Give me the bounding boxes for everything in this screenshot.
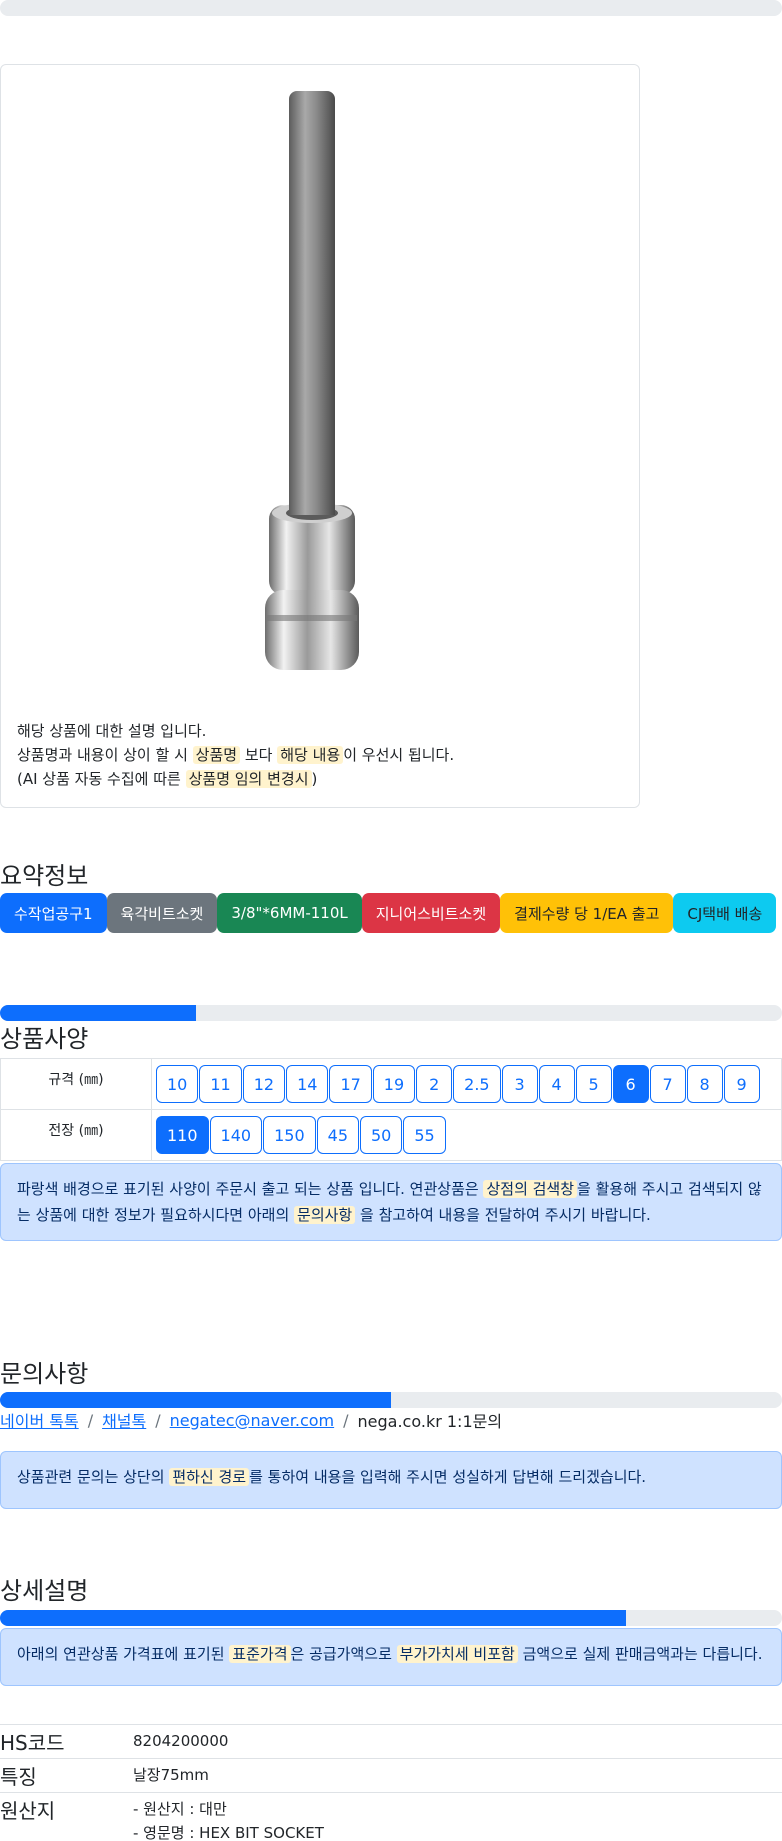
spec-notice: 파랑색 배경으로 표기된 사양이 주문시 출고 되는 상품 입니다. 연관상품은…	[0, 1163, 782, 1241]
spec-option-button[interactable]: 110	[156, 1116, 209, 1154]
spec-title: 상품사양	[0, 1025, 89, 1053]
product-image	[265, 91, 359, 670]
info-row-feature: 특징 날장75mm	[0, 1758, 782, 1792]
spec-option-button[interactable]: 9	[723, 1065, 760, 1103]
highlight-rename: 상품명 임의 변경시	[185, 770, 312, 788]
highlight-product-name: 상품명	[192, 746, 241, 764]
spec-row: 전장 (㎜) 110 140 150 45 50 55	[0, 1110, 782, 1161]
separator: /	[87, 1410, 94, 1430]
separator: /	[155, 1410, 161, 1430]
summary-badges: 수작업공구1 육각비트소켓 3/8"*6MM-110L 지니어스비트소켓 결제수량 당 …	[0, 893, 777, 933]
info-key: 특징	[0, 1765, 37, 1789]
spec-option-button[interactable]: 14	[286, 1065, 329, 1103]
desc-text: 상품명과 내용이 상이 할 시	[17, 746, 188, 764]
spec-option-button[interactable]: 10	[156, 1065, 199, 1103]
inquiry-title: 문의사항	[0, 1360, 89, 1388]
channel-talk-link[interactable]: 채널톡	[102, 1408, 146, 1432]
spec-option-button[interactable]: 11	[199, 1065, 242, 1103]
inquiry-progress-fill	[0, 1392, 391, 1408]
summary-badge: 수작업공구1	[0, 893, 107, 933]
info-value: 8204200000	[133, 1732, 229, 1750]
notice-text: 을 참고하여 내용을 전달하여 주시기 바랍니다.	[360, 1206, 651, 1224]
spec-option-group: 110 140 150 45 50 55	[152, 1110, 782, 1160]
detail-info-table: HS코드 8204200000 특징 날장75mm 원산지 - 원산지 : 대만…	[0, 1724, 782, 1841]
highlight-content: 해당 내용	[277, 746, 344, 764]
origin-country: - 원산지 : 대만	[133, 1800, 227, 1818]
spec-option-button[interactable]: 2.5	[453, 1065, 501, 1103]
spec-option-button[interactable]: 4	[538, 1065, 575, 1103]
naver-talk-link[interactable]: 네이버 톡톡	[0, 1408, 79, 1432]
spec-row: 규격 (㎜) 10 11 12 14 17 19 2 2.5 3 4 5 6 7 8 9	[0, 1058, 782, 1110]
desc-line-2: 상품명과 내용이 상이 할 시 상품명 보다 해당 내용 이 우선시 됩니다.	[17, 743, 617, 767]
desc-line-3: (AI 상품 자동 수집에 따른 상품명 임의 변경시)	[17, 767, 617, 791]
desc-text: 보다	[244, 746, 273, 764]
spec-option-button[interactable]: 140	[209, 1116, 263, 1154]
spec-option-button[interactable]: 55	[403, 1116, 446, 1154]
highlight-route: 편하신 경로	[169, 1468, 250, 1486]
notice-text: 상품관련 문의는 상단의	[17, 1468, 165, 1486]
info-value: - 원산지 : 대만 - 영문명 : HEX BIT SOCKET	[133, 1793, 782, 1841]
notice-text: 를 통하여 내용을 입력해 주시면 성실하게 답변해 드리겠습니다.	[249, 1468, 647, 1486]
summary-badge: CJ택배 배송	[673, 893, 777, 933]
info-row-hs-code: HS코드 8204200000	[0, 1724, 782, 1758]
notice-text: 파랑색 배경으로 표기된 사양이 주문시 출고 되는 상품 입니다. 연관상품은	[17, 1180, 479, 1198]
spec-progress-bar	[0, 1005, 782, 1021]
spec-option-button[interactable]: 45	[316, 1116, 359, 1154]
summary-badge: 육각비트소켓	[106, 893, 218, 933]
spec-option-button[interactable]: 5	[575, 1065, 612, 1103]
summary-badge: 결제수량 당 1/EA 출고	[500, 893, 674, 933]
detail-progress-fill	[0, 1610, 626, 1626]
highlight-store-search: 상점의 검색창	[483, 1180, 578, 1198]
contact-links: 네이버 톡톡 / 채널톡 / negatec@naver.com / nega.…	[0, 1408, 502, 1432]
desc-text: 이 우선시 됩니다.	[343, 746, 455, 764]
spec-row-label: 규격 (㎜)	[0, 1059, 152, 1109]
spec-option-button[interactable]: 7	[649, 1065, 686, 1103]
spec-option-button[interactable]: 2	[416, 1065, 453, 1103]
site-inquiry-text: nega.co.kr 1:1문의	[357, 1412, 503, 1431]
detail-progress-bar	[0, 1610, 782, 1626]
inquiry-progress-bar	[0, 1392, 782, 1408]
spec-option-button[interactable]: 50	[360, 1116, 403, 1154]
info-key: 원산지	[0, 1799, 56, 1823]
origin-english-name: - 영문명 : HEX BIT SOCKET	[133, 1824, 324, 1841]
summary-title: 요약정보	[0, 862, 89, 890]
spec-table: 규격 (㎜) 10 11 12 14 17 19 2 2.5 3 4 5 6 7 8 9 전장 (㎜) 110 14…	[0, 1058, 782, 1161]
separator: /	[343, 1410, 349, 1430]
summary-badge: 3/8"*6MM-110L	[217, 893, 362, 933]
highlight-vat: 부가가치세 비포함	[396, 1645, 518, 1663]
product-card: 해당 상품에 대한 설명 입니다. 상품명과 내용이 상이 할 시 상품명 보다…	[0, 64, 640, 808]
info-value: 날장75mm	[133, 1766, 209, 1784]
desc-line-1: 해당 상품에 대한 설명 입니다.	[17, 722, 207, 740]
product-description: 해당 상품에 대한 설명 입니다. 상품명과 내용이 상이 할 시 상품명 보다…	[17, 719, 617, 791]
detail-title: 상세설명	[0, 1577, 89, 1605]
highlight-standard-price: 표준가격	[229, 1645, 291, 1663]
spec-option-button[interactable]: 17	[329, 1065, 372, 1103]
info-row-origin: 원산지 - 원산지 : 대만 - 영문명 : HEX BIT SOCKET	[0, 1792, 782, 1841]
notice-text: 금액으로 실제 판매금액과는 다릅니다.	[522, 1645, 763, 1663]
spec-option-button[interactable]: 12	[242, 1065, 286, 1103]
inquiry-notice: 상품관련 문의는 상단의 편하신 경로 를 통하여 내용을 입력해 주시면 성실하…	[0, 1451, 782, 1509]
detail-notice: 아래의 연관상품 가격표에 표기된 표준가격 은 공급가액으로 부가가치세 비포함…	[0, 1628, 782, 1686]
highlight-inquiry: 문의사항	[294, 1206, 356, 1224]
notice-text: 은 공급가액으로	[290, 1645, 392, 1663]
desc-text: )	[311, 770, 318, 788]
spec-option-button[interactable]: 3	[501, 1065, 538, 1103]
spec-option-group: 10 11 12 14 17 19 2 2.5 3 4 5 6 7 8 9	[152, 1059, 782, 1109]
notice-text: 아래의 연관상품 가격표에 표기된	[17, 1645, 225, 1663]
info-key: HS코드	[0, 1731, 65, 1755]
spec-option-button[interactable]: 150	[263, 1116, 316, 1154]
desc-text: (AI 상품 자동 수집에 따른	[17, 770, 181, 788]
summary-badge: 지니어스비트소켓	[361, 893, 501, 933]
email-link[interactable]: negatec@naver.com	[170, 1411, 334, 1430]
spec-option-button[interactable]: 6	[612, 1065, 649, 1103]
spec-option-button[interactable]: 8	[686, 1065, 723, 1103]
spec-row-label: 전장 (㎜)	[0, 1110, 152, 1160]
spec-option-button[interactable]: 19	[372, 1065, 416, 1103]
top-progress-bar	[0, 0, 782, 16]
